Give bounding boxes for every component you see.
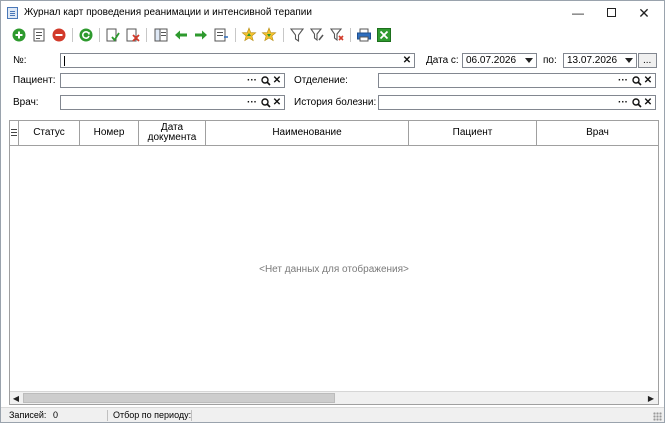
patient-select-button[interactable]: ··· xyxy=(247,74,257,87)
resize-grip-icon[interactable] xyxy=(653,412,662,421)
date-to-label: по: xyxy=(543,55,557,66)
column-header-doctor[interactable]: Врач xyxy=(537,121,658,145)
star-up-icon[interactable] xyxy=(241,27,257,43)
history-select-button[interactable]: ··· xyxy=(618,96,628,109)
print-icon[interactable] xyxy=(356,27,372,43)
status-divider xyxy=(191,410,192,421)
toolbar-separator xyxy=(146,28,147,42)
refresh-icon[interactable] xyxy=(78,27,94,43)
date-from-value: 06.07.2026 xyxy=(466,55,517,66)
doctor-select-button[interactable]: ··· xyxy=(247,96,257,109)
add-icon[interactable] xyxy=(11,27,27,43)
maximize-button[interactable] xyxy=(596,4,626,22)
patient-label: Пациент: xyxy=(13,75,56,86)
cancel-approve-icon[interactable] xyxy=(125,27,141,43)
approve-icon[interactable] xyxy=(105,27,121,43)
clear-number-button[interactable]: ✕ xyxy=(402,54,412,67)
columns-icon[interactable] xyxy=(153,27,169,43)
number-input[interactable]: ✕ xyxy=(60,53,415,68)
column-chooser-icon xyxy=(11,129,17,136)
arrow-left-icon[interactable] xyxy=(173,27,189,43)
status-divider xyxy=(107,410,108,421)
edit-icon[interactable] xyxy=(31,27,47,43)
column-header-patient[interactable]: Пациент xyxy=(409,121,537,145)
department-search-icon[interactable] xyxy=(632,76,642,86)
minimize-button[interactable]: — xyxy=(563,4,593,22)
department-label: Отделение: xyxy=(294,75,348,86)
scroll-left-icon[interactable]: ◀ xyxy=(10,393,22,404)
patient-clear-button[interactable]: ✕ xyxy=(272,74,282,87)
department-clear-button[interactable]: ✕ xyxy=(643,74,653,87)
history-clear-button[interactable]: ✕ xyxy=(643,96,653,109)
toolbar xyxy=(7,25,659,45)
toolbar-separator xyxy=(72,28,73,42)
app-window: Журнал карт проведения реанимации и инте… xyxy=(0,0,665,423)
filter-clear-icon[interactable] xyxy=(329,27,345,43)
maximize-icon xyxy=(606,8,616,18)
close-button[interactable]: ✕ xyxy=(629,4,659,22)
filter-icon[interactable] xyxy=(289,27,305,43)
patient-search-icon[interactable] xyxy=(261,76,271,86)
window-title: Журнал карт проведения реанимации и инте… xyxy=(24,7,312,18)
history-label: История болезни: xyxy=(294,97,377,108)
date-to-field[interactable]: 13.07.2026 xyxy=(563,53,637,68)
text-caret xyxy=(64,56,65,66)
doctor-field[interactable]: ··· ✕ xyxy=(60,95,285,110)
date-to-dropdown-icon[interactable] xyxy=(625,58,633,64)
department-select-button[interactable]: ··· xyxy=(618,74,628,87)
period-filter-label: Отбор по периоду: xyxy=(113,410,192,420)
journal-icon xyxy=(7,7,18,19)
horizontal-scrollbar[interactable]: ◀ ▶ xyxy=(10,391,658,404)
delete-icon[interactable] xyxy=(51,27,67,43)
records-count: 0 xyxy=(53,410,59,420)
toolbar-separator xyxy=(350,28,351,42)
period-select-button[interactable]: ... xyxy=(638,53,657,68)
date-from-field[interactable]: 06.07.2026 xyxy=(462,53,537,68)
empty-grid-message: <Нет данных для отображения> xyxy=(259,264,409,275)
status-bar: Записей: 0 Отбор по периоду: xyxy=(1,407,664,422)
doctor-clear-button[interactable]: ✕ xyxy=(272,96,282,109)
scroll-thumb[interactable] xyxy=(23,393,335,403)
toolbar-separator xyxy=(235,28,236,42)
column-header-document-date[interactable]: Дата документа xyxy=(139,121,206,145)
history-field[interactable]: ··· ✕ xyxy=(378,95,656,110)
column-header-name[interactable]: Наименование xyxy=(206,121,409,145)
arrow-right-icon[interactable] xyxy=(193,27,209,43)
doctor-label: Врач: xyxy=(13,97,39,108)
date-to-value: 13.07.2026 xyxy=(567,55,618,66)
column-header-number[interactable]: Номер xyxy=(80,121,139,145)
toolbar-separator xyxy=(99,28,100,42)
export-icon[interactable] xyxy=(213,27,229,43)
history-search-icon[interactable] xyxy=(632,98,642,108)
records-grid: Статус Номер Дата документа Наименование… xyxy=(9,120,659,405)
title-bar: Журнал карт проведения реанимации и инте… xyxy=(1,1,664,25)
number-label: №: xyxy=(13,55,27,66)
column-header-status[interactable]: Статус xyxy=(19,121,80,145)
excel-icon[interactable] xyxy=(376,27,392,43)
department-field[interactable]: ··· ✕ xyxy=(378,73,656,88)
column-chooser-button[interactable] xyxy=(10,121,19,145)
doctor-search-icon[interactable] xyxy=(261,98,271,108)
records-label: Записей: xyxy=(9,410,47,420)
patient-field[interactable]: ··· ✕ xyxy=(60,73,285,88)
date-from-label: Дата с: xyxy=(426,55,459,66)
toolbar-separator xyxy=(283,28,284,42)
filter-edit-icon[interactable] xyxy=(309,27,325,43)
date-from-dropdown-icon[interactable] xyxy=(525,58,533,64)
scroll-right-icon[interactable]: ▶ xyxy=(645,393,657,404)
star-down-icon[interactable] xyxy=(261,27,277,43)
grid-header: Статус Номер Дата документа Наименование… xyxy=(10,121,658,146)
